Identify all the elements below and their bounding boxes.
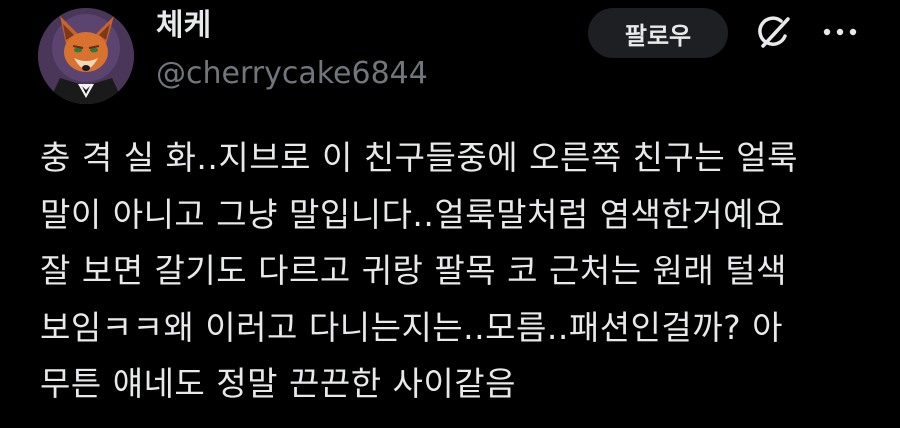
tweet-text: 충 격 실 화..지브로 이 친구들중에 오른쪽 친구는 얼룩 말이 아니고 그… — [40, 130, 890, 413]
tweet-line: 무튼 얘네도 정말 끈끈한 사이같음 — [40, 364, 516, 403]
tweet-line: 충 격 실 화..지브로 이 친구들중에 오른쪽 친구는 얼룩 — [40, 138, 798, 177]
fox-avatar-icon — [38, 8, 134, 104]
avatar[interactable] — [38, 8, 134, 104]
follow-button[interactable]: 팔로우 — [588, 8, 728, 58]
tweet-line: 잘 보면 갈기도 다르고 귀랑 팔목 코 근처는 원래 털색 — [40, 251, 787, 290]
tweet-line: 보임ㅋㅋ왜 이러고 다니는지는..모름..패션인걸까? 아 — [40, 307, 784, 347]
tweet-line: 말이 아니고 그냥 말입니다..얼룩말처럼 염색한거예요 — [40, 194, 785, 234]
user-handle[interactable]: @cherrycake6844 — [156, 54, 428, 94]
more-icon[interactable] — [820, 20, 860, 44]
grok-icon[interactable] — [754, 12, 794, 52]
display-name[interactable]: 체케 — [156, 6, 211, 46]
